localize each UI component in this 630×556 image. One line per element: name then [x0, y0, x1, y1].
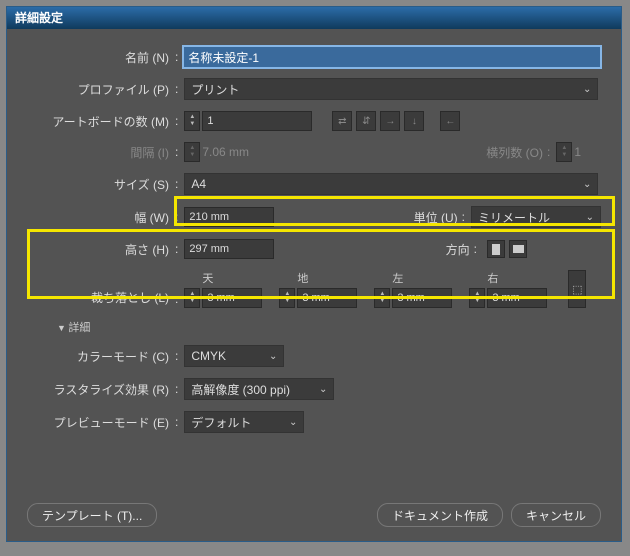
bleed-bottom-label: 地 — [279, 270, 374, 286]
artboards-stepper[interactable]: ▲▼ — [184, 111, 200, 131]
dialog-body: 名前 (N) : プロファイル (P) : プリント ⌄ アートボードの数 (M… — [7, 29, 621, 541]
preview-select[interactable]: デフォルト ⌄ — [184, 411, 304, 433]
spacing-label: 間隔 (I) — [27, 144, 175, 161]
bleed-left-stepper[interactable]: ▲▼ — [374, 288, 390, 308]
bleed-left-label: 左 — [374, 270, 469, 286]
size-label: サイズ (S) — [27, 176, 175, 193]
raster-label: ラスタライズ効果 (R) — [27, 381, 175, 398]
spacing-stepper: ▲▼ — [184, 142, 200, 162]
grid-row-ud-icon[interactable]: ⇵ — [356, 111, 376, 131]
name-label: 名前 (N) — [27, 49, 175, 66]
height-input[interactable] — [184, 239, 274, 259]
chevron-down-icon: ⌄ — [583, 84, 591, 95]
raster-select[interactable]: 高解像度 (300 ppi) ⌄ — [184, 378, 334, 400]
unit-label: 単位 (U) — [414, 209, 458, 226]
bleed-top-stepper[interactable]: ▲▼ — [184, 288, 200, 308]
height-label: 高さ (H) — [27, 241, 175, 258]
spacing-value: 7.06 mm — [202, 145, 292, 159]
name-input[interactable] — [184, 47, 600, 67]
preview-value: デフォルト — [191, 414, 251, 431]
cols-stepper: ▲▼ — [556, 142, 572, 162]
colormode-value: CMYK — [191, 349, 226, 363]
colormode-label: カラーモード (C) — [27, 348, 175, 365]
orientation-label: 方向 — [446, 241, 470, 258]
size-select[interactable]: A4 ⌄ — [184, 173, 598, 195]
orientation-landscape-button[interactable] — [509, 240, 527, 258]
chevron-down-icon: ⌄ — [319, 384, 327, 395]
cols-label: 横列数 (O) — [486, 144, 543, 161]
portrait-icon — [492, 244, 500, 255]
dialog-window: 詳細設定 名前 (N) : プロファイル (P) : プリント ⌄ アートボード… — [6, 6, 622, 542]
landscape-icon — [513, 245, 524, 253]
profile-value: プリント — [191, 81, 239, 98]
profile-label: プロファイル (P) — [27, 81, 175, 98]
link-icon: ⬚ — [572, 283, 582, 296]
arrow-right-icon[interactable]: → — [380, 111, 400, 131]
chevron-down-icon: ⌄ — [269, 351, 277, 362]
bleed-right-label: 右 — [469, 270, 564, 286]
bleed-bottom-input[interactable] — [297, 288, 357, 308]
bleed-bottom-stepper[interactable]: ▲▼ — [279, 288, 295, 308]
unit-select[interactable]: ミリメートル ⌄ — [471, 206, 601, 228]
bleed-label: 裁ち落とし (L) — [27, 289, 175, 308]
grid-row-lr-icon[interactable]: ⇄ — [332, 111, 352, 131]
dialog-title: 詳細設定 — [7, 7, 621, 29]
size-value: A4 — [191, 177, 206, 191]
cols-value: 1 — [574, 145, 581, 159]
chevron-down-icon: ⌄ — [586, 212, 594, 223]
orientation-portrait-button[interactable] — [487, 240, 505, 258]
artboards-label: アートボードの数 (M) — [27, 113, 175, 130]
bleed-right-input[interactable] — [487, 288, 547, 308]
chevron-down-icon: ⌄ — [583, 179, 591, 190]
bleed-right-stepper[interactable]: ▲▼ — [469, 288, 485, 308]
chevron-down-icon: ⌄ — [289, 417, 297, 428]
arrow-left-icon[interactable]: ← — [440, 111, 460, 131]
bleed-top-input[interactable] — [202, 288, 262, 308]
unit-value: ミリメートル — [478, 209, 550, 226]
bleed-top-label: 天 — [184, 270, 279, 286]
colormode-select[interactable]: CMYK ⌄ — [184, 345, 284, 367]
cancel-button[interactable]: キャンセル — [511, 503, 601, 527]
raster-value: 高解像度 (300 ppi) — [191, 381, 290, 398]
width-input[interactable] — [184, 207, 274, 227]
artboards-input[interactable] — [202, 111, 312, 131]
profile-select[interactable]: プリント ⌄ — [184, 78, 598, 100]
preview-label: プレビューモード (E) — [27, 414, 175, 431]
template-button[interactable]: テンプレート (T)... — [27, 503, 157, 527]
advanced-disclosure[interactable]: 詳細 — [57, 319, 601, 335]
bleed-left-input[interactable] — [392, 288, 452, 308]
width-label: 幅 (W) — [27, 209, 175, 226]
arrow-down-icon[interactable]: ↓ — [404, 111, 424, 131]
bleed-link-button[interactable]: ⬚ — [568, 270, 586, 308]
create-document-button[interactable]: ドキュメント作成 — [377, 503, 503, 527]
